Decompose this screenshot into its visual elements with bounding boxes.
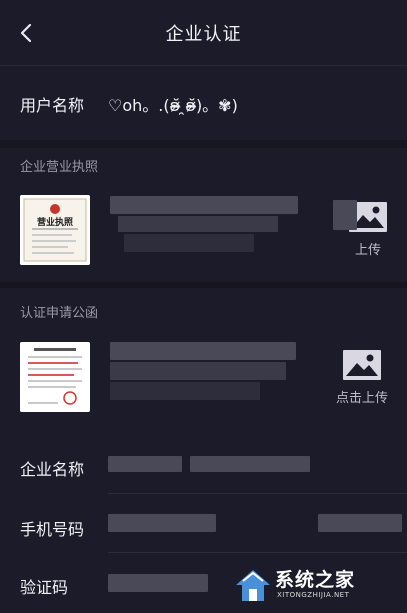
blurred-info bbox=[190, 456, 310, 472]
letter-upload-label: 点击上传 bbox=[335, 391, 388, 406]
blurred-info bbox=[110, 382, 260, 400]
field-divider bbox=[108, 493, 407, 494]
business-license-label: 企业营业执照 bbox=[20, 160, 99, 175]
watermark-url: XITONGZHIJIA.NET bbox=[277, 591, 350, 599]
user-name-label: 用户名称 bbox=[20, 96, 85, 115]
company-name-label: 企业名称 bbox=[20, 460, 85, 479]
verification-code-label: 验证码 bbox=[20, 578, 69, 597]
blurred-info bbox=[318, 514, 402, 532]
blurred-info bbox=[108, 514, 216, 532]
blurred-info bbox=[110, 342, 296, 360]
phone-label: 手机号码 bbox=[20, 520, 85, 539]
watermark-title: 系统之家 bbox=[275, 569, 356, 591]
house-logo-icon bbox=[236, 570, 270, 601]
image-icon bbox=[343, 350, 381, 380]
blurred-info bbox=[124, 234, 254, 252]
blurred-info bbox=[118, 216, 278, 232]
business-license-thumbnail[interactable]: 营业执照 bbox=[20, 195, 90, 265]
user-name-value: ♡oh。.(ʚ̴̶̷̆ ̯ʚ̴̶̷̆)。✾) bbox=[108, 96, 238, 115]
verification-code-input[interactable] bbox=[104, 566, 244, 602]
letter-document-image bbox=[20, 342, 90, 412]
site-watermark: 系统之家 XITONGZHIJIA.NET bbox=[233, 563, 403, 607]
license-thumb-title: 营业执照 bbox=[36, 218, 73, 228]
blurred-info bbox=[110, 196, 298, 214]
letter-upload-button[interactable]: 点击上传 bbox=[322, 343, 402, 413]
page-title: 企业认证 bbox=[165, 24, 242, 45]
blurred-info bbox=[333, 200, 357, 230]
license-document-image bbox=[20, 195, 90, 265]
blurred-info bbox=[108, 456, 182, 472]
section-divider bbox=[0, 140, 407, 148]
blurred-info bbox=[108, 574, 208, 592]
user-name-row: 用户名称 ♡oh。.(ʚ̴̶̷̆ ̯ʚ̴̶̷̆)。✾) bbox=[0, 66, 407, 140]
blurred-info bbox=[110, 362, 286, 380]
section-divider bbox=[0, 282, 407, 288]
phone-input[interactable] bbox=[104, 506, 404, 542]
top-nav-bar: 企业认证 bbox=[0, 0, 407, 66]
application-letter-label: 认证申请公函 bbox=[20, 306, 99, 321]
application-letter-thumbnail[interactable] bbox=[20, 342, 90, 412]
company-name-input[interactable] bbox=[104, 448, 404, 484]
license-upload-label: 上传 bbox=[354, 243, 381, 258]
field-divider bbox=[108, 552, 407, 553]
